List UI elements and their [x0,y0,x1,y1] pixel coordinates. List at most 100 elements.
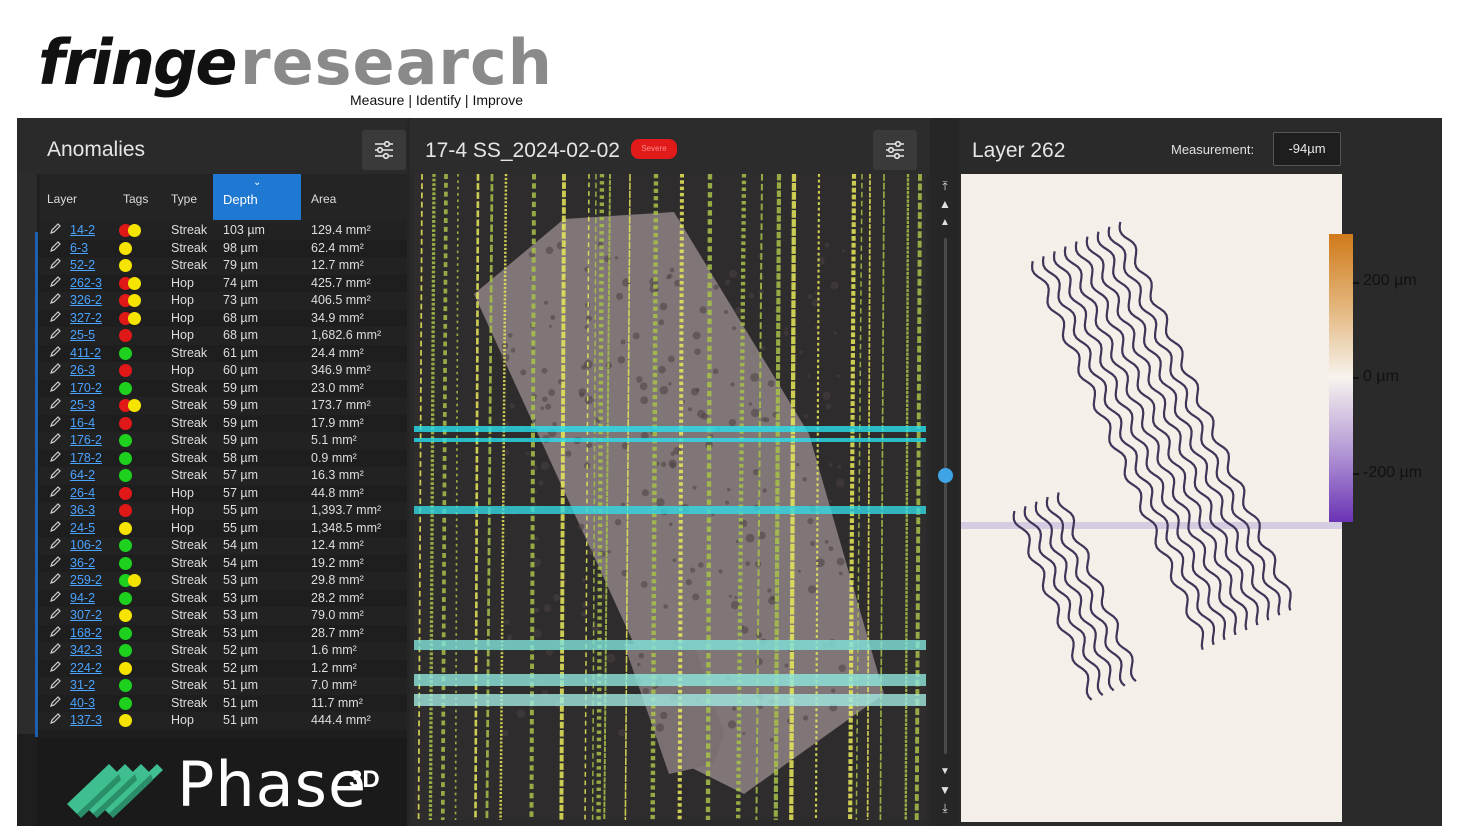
edit-pencil-icon[interactable] [49,362,63,378]
table-row[interactable]: 170-2 Streak 59 µm 23.0 mm² [39,379,407,397]
edit-pencil-icon[interactable] [49,292,63,308]
table-row[interactable]: 342-3 Streak 52 µm 1.6 mm² [39,642,407,660]
layer-link[interactable]: 94-2 [70,591,95,605]
column-header-tags[interactable]: Tags [123,192,148,206]
measurement-field[interactable]: -94µm [1273,132,1341,166]
table-row[interactable]: 411-2 Streak 61 µm 24.4 mm² [39,344,407,362]
layer-link[interactable]: 106-2 [70,538,102,552]
layer-link[interactable]: 326-2 [70,293,102,307]
layer-link[interactable]: 411-2 [70,346,101,360]
layer-link[interactable]: 31-2 [70,678,95,692]
table-row[interactable]: 26-4 Hop 57 µm 44.8 mm² [39,484,407,502]
edit-pencil-icon[interactable] [49,590,63,606]
table-row[interactable]: 52-2 Streak 79 µm 12.7 mm² [39,257,407,275]
step-down-icon[interactable]: ▼ [938,766,952,778]
edit-pencil-icon[interactable] [49,520,63,536]
edit-pencil-icon[interactable] [49,222,63,238]
layer-link[interactable]: 342-3 [70,643,102,657]
edit-pencil-icon[interactable] [49,572,63,588]
edit-pencil-icon[interactable] [49,345,63,361]
layer-link[interactable]: 36-3 [70,503,95,517]
edit-pencil-icon[interactable] [49,502,63,518]
column-header-area[interactable]: Area [311,192,336,206]
edit-pencil-icon[interactable] [49,555,63,571]
table-row[interactable]: 36-3 Hop 55 µm 1,393.7 mm² [39,502,407,520]
layer-link[interactable]: 36-2 [70,556,95,570]
edit-pencil-icon[interactable] [49,607,63,623]
table-row[interactable]: 64-2 Streak 57 µm 16.3 mm² [39,467,407,485]
jump-top-icon[interactable]: ⤒ [938,180,952,192]
edit-pencil-icon[interactable] [49,257,63,273]
layer-heightmap-view[interactable] [961,174,1342,822]
slider-track[interactable] [944,238,947,754]
viewer-filter-button[interactable] [873,130,917,170]
anomalies-filter-button[interactable] [362,130,406,170]
edit-pencil-icon[interactable] [49,467,63,483]
layer-link[interactable]: 40-3 [70,696,95,710]
edit-pencil-icon[interactable] [49,642,63,658]
layer-link[interactable]: 307-2 [70,608,102,622]
table-row[interactable]: 40-3 Streak 51 µm 11.7 mm² [39,694,407,712]
table-row[interactable]: 224-2 Streak 52 µm 1.2 mm² [39,659,407,677]
edit-pencil-icon[interactable] [49,450,63,466]
table-row[interactable]: 168-2 Streak 53 µm 28.7 mm² [39,624,407,642]
table-row[interactable]: 106-2 Streak 54 µm 12.4 mm² [39,537,407,555]
table-row[interactable]: 262-3 Hop 74 µm 425.7 mm² [39,274,407,292]
layer-link[interactable]: 25-5 [70,328,95,342]
layer-link[interactable]: 262-3 [70,276,102,290]
page-down-icon[interactable]: ▼︎ [938,784,952,796]
table-row[interactable]: 25-3 Streak 59 µm 173.7 mm² [39,397,407,415]
table-row[interactable]: 14-2 Streak 103 µm 129.4 mm² [39,222,407,240]
step-up-icon[interactable]: ▲ [938,217,952,229]
edit-pencil-icon[interactable] [49,397,63,413]
table-row[interactable]: 25-5 Hop 68 µm 1,682.6 mm² [39,327,407,345]
table-row[interactable]: 137-3 Hop 51 µm 444.4 mm² [39,712,407,730]
column-header-type[interactable]: Type [171,192,197,206]
layer-link[interactable]: 176-2 [70,433,102,447]
table-row[interactable]: 16-4 Streak 59 µm 17.9 mm² [39,414,407,432]
column-header-depth[interactable]: ⌄ Depth [213,174,301,220]
edit-pencil-icon[interactable] [49,695,63,711]
edit-pencil-icon[interactable] [49,677,63,693]
slider-thumb[interactable] [938,468,953,484]
layer-link[interactable]: 26-4 [70,486,95,500]
layer-link[interactable]: 168-2 [70,626,102,640]
table-row[interactable]: 26-3 Hop 60 µm 346.9 mm² [39,362,407,380]
edit-pencil-icon[interactable] [49,485,63,501]
table-row[interactable]: 178-2 Streak 58 µm 0.9 mm² [39,449,407,467]
layer-link[interactable]: 26-3 [70,363,95,377]
table-row[interactable]: 31-2 Streak 51 µm 7.0 mm² [39,677,407,695]
page-up-icon[interactable]: ▲︎ [938,198,952,210]
table-row[interactable]: 36-2 Streak 54 µm 19.2 mm² [39,554,407,572]
layer-link[interactable]: 170-2 [70,381,102,395]
table-row[interactable]: 327-2 Hop 68 µm 34.9 mm² [39,309,407,327]
build-3d-view[interactable] [414,174,926,820]
layer-link[interactable]: 25-3 [70,398,95,412]
edit-pencil-icon[interactable] [49,660,63,676]
table-row[interactable]: 259-2 Streak 53 µm 29.8 mm² [39,572,407,590]
layer-link[interactable]: 327-2 [70,311,102,325]
table-row[interactable]: 176-2 Streak 59 µm 5.1 mm² [39,432,407,450]
layer-slider[interactable]: ⤒ ▲︎ ▲ ▼ ▼︎ ⤓ [931,174,959,820]
table-row[interactable]: 94-2 Streak 53 µm 28.2 mm² [39,589,407,607]
edit-pencil-icon[interactable] [49,432,63,448]
layer-link[interactable]: 64-2 [70,468,95,482]
layer-link[interactable]: 137-3 [70,713,102,727]
layer-link[interactable]: 6-3 [70,241,88,255]
edit-pencil-icon[interactable] [49,625,63,641]
table-row[interactable]: 326-2 Hop 73 µm 406.5 mm² [39,292,407,310]
jump-bottom-icon[interactable]: ⤓ [938,802,952,814]
table-row[interactable]: 307-2 Streak 53 µm 79.0 mm² [39,607,407,625]
layer-link[interactable]: 14-2 [70,223,95,237]
edit-pencil-icon[interactable] [49,327,63,343]
layer-link[interactable]: 16-4 [70,416,95,430]
edit-pencil-icon[interactable] [49,712,63,728]
edit-pencil-icon[interactable] [49,537,63,553]
edit-pencil-icon[interactable] [49,380,63,396]
edit-pencil-icon[interactable] [49,310,63,326]
layer-link[interactable]: 259-2 [70,573,102,587]
layer-link[interactable]: 24-5 [70,521,95,535]
table-row[interactable]: 24-5 Hop 55 µm 1,348.5 mm² [39,519,407,537]
layer-link[interactable]: 178-2 [70,451,102,465]
layer-link[interactable]: 224-2 [70,661,102,675]
